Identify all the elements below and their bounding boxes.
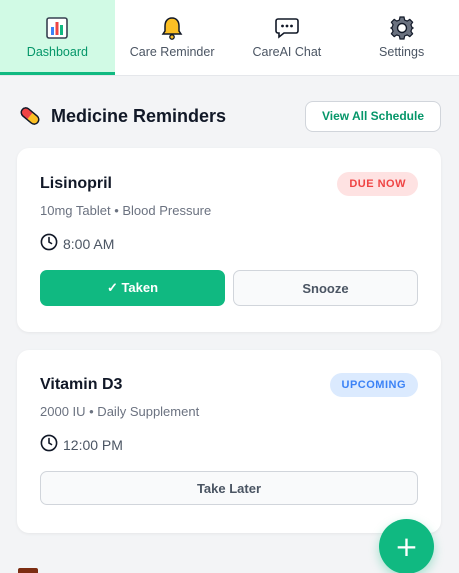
chat-bubble-icon (274, 15, 300, 41)
tab-settings[interactable]: Settings (344, 0, 459, 75)
time-row: 8:00 AM (40, 233, 418, 256)
tab-label: Care Reminder (129, 45, 215, 59)
taken-button[interactable]: ✓ Taken (40, 270, 225, 306)
medicine-name: Lisinopril (40, 175, 112, 192)
bar-chart-icon (44, 15, 70, 41)
status-badge: DUE NOW (337, 172, 418, 196)
action-row: Take Later (40, 471, 418, 505)
reminder-time: 12:00 PM (63, 437, 123, 453)
pill-icon (18, 104, 42, 128)
section-title-wrap: Medicine Reminders (18, 104, 226, 128)
section-title: Medicine Reminders (51, 105, 227, 126)
top-tab-bar: Dashboard Care Reminder CareAI Chat Sett… (0, 0, 459, 76)
tab-care-reminder[interactable]: Care Reminder (115, 0, 230, 75)
gear-icon (389, 15, 415, 41)
reminder-time: 8:00 AM (63, 236, 115, 252)
snooze-button[interactable]: Snooze (233, 270, 418, 306)
tab-label: Settings (379, 45, 425, 59)
clock-icon (40, 233, 63, 256)
tab-careai-chat[interactable]: CareAI Chat (230, 0, 345, 75)
tab-label: CareAI Chat (252, 45, 322, 59)
medicine-detail: 10mg Tablet • Blood Pressure (40, 203, 212, 218)
action-row: ✓ Taken Snooze (40, 270, 418, 306)
take-later-button[interactable]: Take Later (40, 471, 418, 505)
reminder-card-vitamin-d3: Vitamin D3 UPCOMING 2000 IU • Daily Supp… (17, 350, 441, 533)
add-reminder-fab[interactable]: + (379, 519, 434, 573)
status-badge: UPCOMING (329, 373, 418, 397)
card-header: Vitamin D3 UPCOMING (40, 373, 418, 397)
card-header: Lisinopril DUE NOW (40, 172, 418, 196)
bell-icon (159, 15, 185, 41)
medicine-name: Vitamin D3 (40, 376, 123, 393)
plus-icon: + (394, 530, 419, 563)
medicine-reminders-header: Medicine Reminders View All Schedule (0, 76, 459, 132)
reminder-card-lisinopril: Lisinopril DUE NOW 10mg Tablet • Blood P… (17, 148, 441, 332)
time-row: 12:00 PM (40, 434, 418, 457)
medicine-detail: 2000 IU • Daily Supplement (40, 404, 200, 419)
next-section-icon (18, 568, 38, 573)
tab-dashboard[interactable]: Dashboard (0, 0, 115, 75)
clock-icon (40, 434, 63, 457)
tab-label: Dashboard (26, 45, 88, 59)
view-all-schedule-button[interactable]: View All Schedule (304, 100, 441, 132)
